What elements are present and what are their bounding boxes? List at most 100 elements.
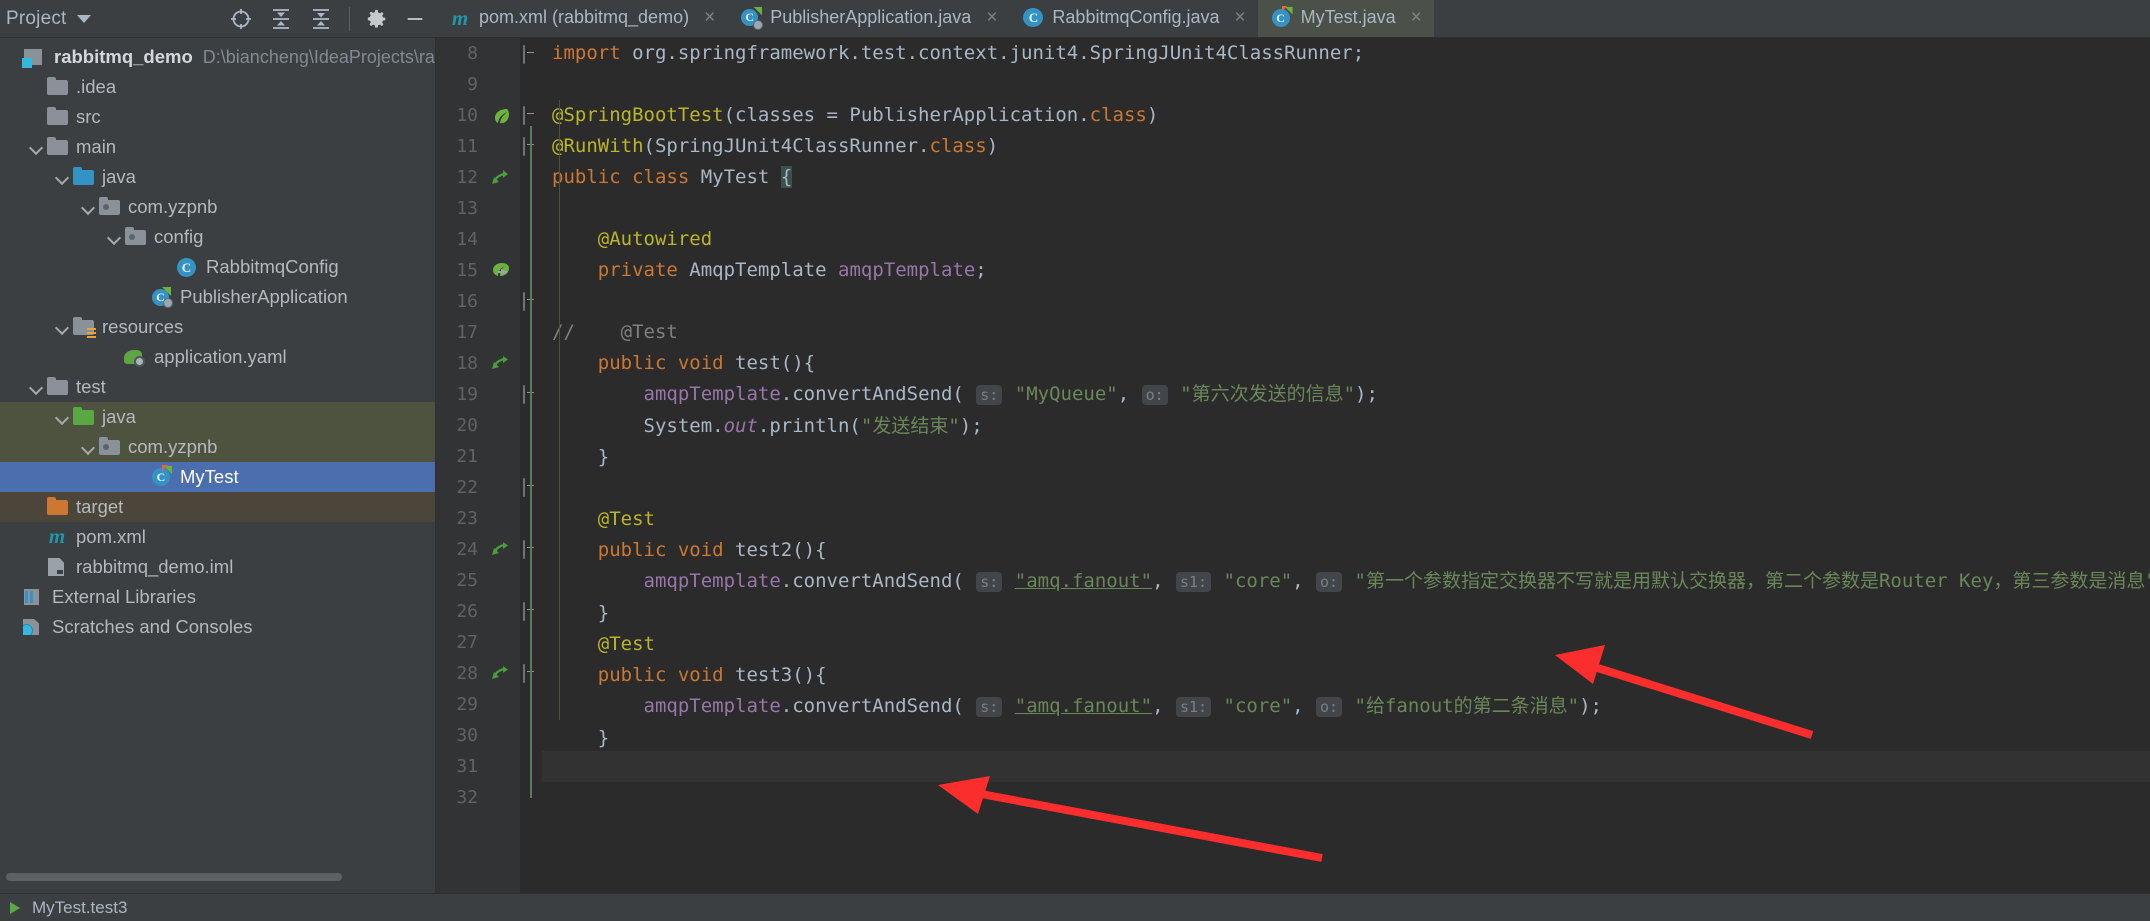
gutter-line: 23	[436, 503, 520, 534]
java-test-class-icon: C	[1271, 5, 1293, 28]
collapse-arrow[interactable]	[78, 192, 98, 222]
run-test-icon[interactable]	[490, 354, 512, 374]
line-number: 32	[456, 787, 478, 808]
spring-boot-class-icon: C	[741, 6, 764, 30]
tree-node-resources[interactable]: resources	[0, 312, 435, 342]
minimize-icon[interactable]	[404, 8, 426, 30]
tree-node-label: com.yzpnb	[128, 436, 218, 457]
collapse-arrow[interactable]	[52, 162, 72, 192]
collapse-arrow[interactable]	[26, 372, 46, 402]
bean-autowired-icon[interactable]	[490, 261, 512, 281]
fold-region-imports[interactable]	[523, 45, 538, 64]
editor-tab-publisherapplication[interactable]: C PublisherApplication.java ×	[727, 0, 1009, 37]
close-icon[interactable]: ×	[1411, 8, 1422, 27]
tree-node-label: application.yaml	[154, 346, 287, 367]
project-panel-title[interactable]: Project	[6, 8, 67, 30]
scratches-icon	[22, 616, 46, 638]
line-number: 13	[456, 198, 478, 219]
tree-node-label: MyTest	[180, 466, 239, 487]
tree-node-external-libraries[interactable]: External Libraries	[0, 582, 435, 612]
tree-node-label: rabbitmq_demo.iml	[76, 556, 234, 577]
tree-node-scratches-consoles[interactable]: Scratches and Consoles	[0, 612, 435, 642]
expand-arrow[interactable]	[4, 42, 24, 72]
tree-node-label: com.yzpnb	[128, 196, 218, 217]
folder-icon	[46, 106, 70, 128]
fold-region-class[interactable]	[523, 106, 538, 125]
close-icon[interactable]: ×	[704, 8, 715, 27]
intellij-idea-window: Project m pom.xml (rabbitmq_demo) × C Pu…	[0, 0, 2150, 921]
tree-node-project-root[interactable]: rabbitmq_demo D:\biancheng\IdeaProjects\…	[0, 42, 435, 72]
tree-node-target[interactable]: target	[0, 492, 435, 522]
tree-node-label: Scratches and Consoles	[52, 616, 253, 637]
tree-node-main-package-comyzpnb[interactable]: com.yzpnb	[0, 192, 435, 222]
editor-tab-pom-xml[interactable]: m pom.xml (rabbitmq_demo) ×	[436, 0, 727, 37]
run-icon[interactable]	[8, 900, 24, 916]
tree-node-label: rabbitmq_demo	[54, 46, 193, 67]
gear-icon[interactable]	[366, 8, 388, 30]
locate-icon[interactable]	[229, 7, 253, 31]
source-folder-icon	[72, 166, 96, 188]
tree-node-label: java	[102, 406, 136, 427]
caret-line-highlight	[542, 751, 2150, 782]
editor-tab-mytest[interactable]: C MyTest.java ×	[1257, 0, 1434, 37]
close-icon[interactable]: ×	[986, 8, 997, 27]
tree-node-src[interactable]: src	[0, 102, 435, 132]
tree-node-test[interactable]: test	[0, 372, 435, 402]
tree-node-test-package-comyzpnb[interactable]: com.yzpnb	[0, 432, 435, 462]
editor-fold-column[interactable]	[520, 38, 542, 893]
expand-placeholder	[26, 552, 46, 582]
tree-node-main[interactable]: main	[0, 132, 435, 162]
gutter-line: 12	[436, 162, 520, 193]
toolbar-divider	[349, 6, 350, 31]
project-tree-horizontal-scrollbar[interactable]	[0, 871, 435, 883]
source-code[interactable]: import org.springframework.test.context.…	[542, 38, 2150, 785]
tree-node-application-yaml[interactable]: application.yaml	[0, 342, 435, 372]
chevron-down-icon[interactable]	[76, 14, 91, 23]
spring-leaf-icon[interactable]	[490, 106, 512, 126]
tree-node-pom-xml[interactable]: m pom.xml	[0, 522, 435, 552]
project-tree-panel[interactable]: rabbitmq_demo D:\biancheng\IdeaProjects\…	[0, 38, 436, 893]
collapse-arrow[interactable]	[52, 402, 72, 432]
editor-gutter[interactable]: 8 9 10 11 12 13 14 15 16 17 18 19 20 21 …	[436, 38, 520, 893]
editor-text-area[interactable]: import org.springframework.test.context.…	[542, 38, 2150, 893]
line-number: 11	[456, 136, 478, 157]
project-path-label: D:\biancheng\IdeaProjects\rab	[202, 46, 436, 67]
tree-node-mytest[interactable]: C MyTest	[0, 462, 435, 492]
tree-node-main-java[interactable]: java	[0, 162, 435, 192]
editor-tab-rabbitmqconfig[interactable]: C RabbitmqConfig.java ×	[1009, 0, 1257, 37]
run-test-icon[interactable]	[490, 540, 512, 560]
collapse-all-icon[interactable]	[309, 7, 333, 31]
run-configuration-label[interactable]: MyTest.test3	[32, 898, 127, 918]
gutter-line: 13	[436, 193, 520, 224]
tree-node-config-package[interactable]: config	[0, 222, 435, 252]
collapse-arrow[interactable]	[78, 432, 98, 462]
excluded-folder-icon	[46, 496, 70, 518]
expand-placeholder	[104, 342, 124, 372]
collapse-arrow[interactable]	[26, 132, 46, 162]
line-number: 29	[456, 694, 478, 715]
gutter-line: 11	[436, 131, 520, 162]
gutter-line: 22	[436, 472, 520, 503]
spring-boot-class-icon: C	[150, 286, 174, 308]
editor-tab-bar: m pom.xml (rabbitmq_demo) × C PublisherA…	[436, 0, 2150, 38]
collapse-arrow[interactable]	[52, 312, 72, 342]
tree-node-publisherapplication[interactable]: C PublisherApplication	[0, 282, 435, 312]
tree-node-idea[interactable]: .idea	[0, 72, 435, 102]
iml-file-icon	[46, 556, 70, 578]
scrollbar-thumb[interactable]	[6, 873, 342, 881]
project-icon	[22, 46, 48, 68]
collapse-arrow[interactable]	[104, 222, 124, 252]
run-test-icon[interactable]	[490, 664, 512, 684]
implemented-method-icon[interactable]	[490, 168, 512, 188]
expand-placeholder	[2, 582, 22, 612]
package-icon	[98, 436, 122, 458]
tree-node-test-java[interactable]: java	[0, 402, 435, 432]
editor-tab-label: RabbitmqConfig.java	[1052, 7, 1220, 27]
close-icon[interactable]: ×	[1235, 8, 1246, 27]
code-editor[interactable]: 8 9 10 11 12 13 14 15 16 17 18 19 20 21 …	[436, 38, 2150, 893]
gutter-line: 31	[436, 751, 520, 782]
expand-all-icon[interactable]	[269, 7, 293, 31]
line-number: 20	[456, 415, 478, 436]
tree-node-rabbitmqconfig[interactable]: C RabbitmqConfig	[0, 252, 435, 282]
tree-node-iml-file[interactable]: rabbitmq_demo.iml	[0, 552, 435, 582]
